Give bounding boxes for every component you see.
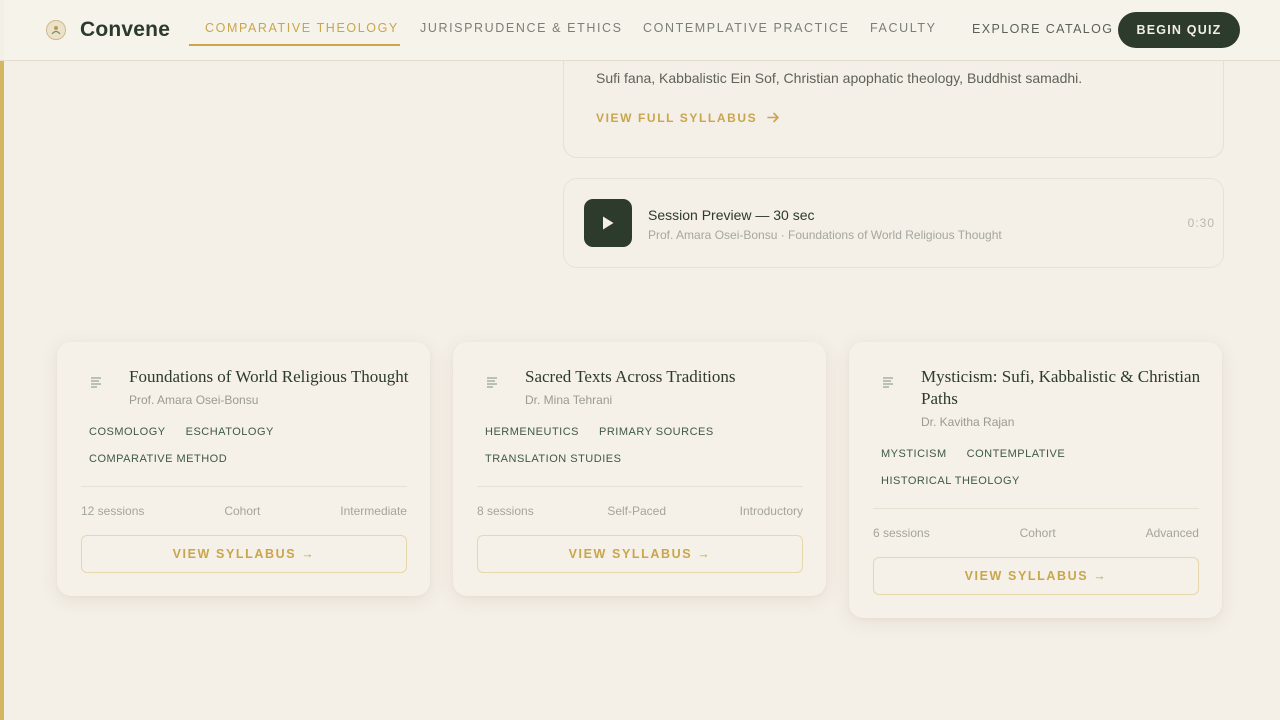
course-card: Mysticism: Sufi, Kabbalistic & Christian… (849, 342, 1222, 618)
syllabus-lines-icon (487, 377, 497, 388)
course-instructor: Dr. Mina Tehrani (525, 393, 613, 407)
left-accent-rule (0, 0, 4, 720)
view-syllabus-button[interactable]: VIEW SYLLABUS → (873, 557, 1199, 595)
course-tags: HERMENEUTICS PRIMARY SOURCES TRANSLATION S… (485, 419, 805, 473)
course-instructor: Dr. Kavitha Rajan (921, 415, 1015, 429)
course-title[interactable]: Foundations of World Religious Thought (129, 366, 409, 388)
preview-duration: 0:30 (1187, 216, 1215, 230)
card-divider (873, 508, 1199, 509)
syllabus-lines-icon (883, 377, 893, 388)
nav-link-jurisprudence-ethics[interactable]: JURISPRUDENCE & ETHICS (420, 21, 623, 35)
featured-description: Sufi fana, Kabbalistic Ein Sof, Christia… (596, 70, 1083, 86)
course-tag: TRANSLATION STUDIES (485, 453, 622, 465)
course-instructor: Prof. Amara Osei-Bonsu (129, 393, 259, 407)
course-card: Foundations of World Religious Thought P… (57, 342, 430, 596)
course-meta: 6 sessions Cohort Advanced (873, 526, 1199, 540)
brand-name: Convene (80, 18, 171, 41)
course-level: Introductory (739, 504, 803, 518)
course-meta: 12 sessions Cohort Intermediate (81, 504, 407, 518)
brand-logo-icon (46, 20, 66, 40)
view-syllabus-button[interactable]: VIEW SYLLABUS → (81, 535, 407, 573)
course-card: Sacred Texts Across Traditions Dr. Mina … (453, 342, 826, 596)
course-meta: 8 sessions Self-Paced Introductory (477, 504, 803, 518)
play-button[interactable] (584, 199, 632, 247)
view-full-syllabus-link[interactable]: VIEW FULL SYLLABUS (596, 110, 780, 126)
session-preview-player: Session Preview — 30 sec Prof. Amara Ose… (563, 178, 1224, 268)
syllabus-lines-icon (91, 377, 101, 388)
course-tags: COSMOLOGY ESCHATOLOGY COMPARATIVE METHOD (89, 419, 409, 473)
nav-link-comparative-theology[interactable]: COMPARATIVE THEOLOGY (205, 21, 399, 35)
nav-link-contemplative-practice[interactable]: CONTEMPLATIVE PRACTICE (643, 21, 850, 35)
course-title[interactable]: Sacred Texts Across Traditions (525, 366, 805, 388)
course-title[interactable]: Mysticism: Sufi, Kabbalistic & Christian… (921, 366, 1201, 410)
course-tag: MYSTICISM (881, 448, 947, 460)
view-syllabus-button[interactable]: VIEW SYLLABUS → (477, 535, 803, 573)
course-format: Cohort (224, 504, 261, 518)
course-tag: HERMENEUTICS (485, 426, 580, 438)
begin-quiz-button[interactable]: BEGIN QUIZ (1118, 12, 1240, 48)
course-format: Cohort (1019, 526, 1056, 540)
course-tag: CONTEMPLATIVE (966, 448, 1066, 460)
course-sessions: 12 sessions (81, 504, 145, 518)
course-sessions: 6 sessions (873, 526, 930, 540)
preview-title: Session Preview — 30 sec (648, 207, 815, 223)
play-icon (603, 216, 614, 230)
course-tag: PRIMARY SOURCES (599, 426, 714, 438)
brand[interactable]: Convene (46, 18, 170, 42)
active-nav-underline (189, 44, 400, 46)
nav-link-faculty[interactable]: FACULTY (870, 21, 937, 35)
course-format: Self-Paced (607, 504, 667, 518)
card-divider (477, 486, 803, 487)
arrow-right-icon (767, 110, 780, 126)
course-level: Intermediate (340, 504, 407, 518)
card-divider (81, 486, 407, 487)
course-sessions: 8 sessions (477, 504, 534, 518)
preview-subtitle: Prof. Amara Osei-Bonsu · Foundations of … (648, 228, 1002, 242)
top-navigation: Convene COMPARATIVE THEOLOGY JURISPRUDEN… (0, 0, 1280, 61)
course-tag: COMPARATIVE METHOD (89, 453, 228, 465)
explore-catalog-link[interactable]: EXPLORE CATALOG (972, 22, 1113, 36)
course-tag: ESCHATOLOGY (185, 426, 274, 438)
course-level: Advanced (1145, 526, 1199, 540)
course-tags: MYSTICISM CONTEMPLATIVE HISTORICAL THEOLOG… (881, 441, 1201, 495)
course-tag: HISTORICAL THEOLOGY (881, 475, 1020, 487)
view-full-syllabus-label: VIEW FULL SYLLABUS (596, 111, 758, 125)
course-tag: COSMOLOGY (89, 426, 166, 438)
